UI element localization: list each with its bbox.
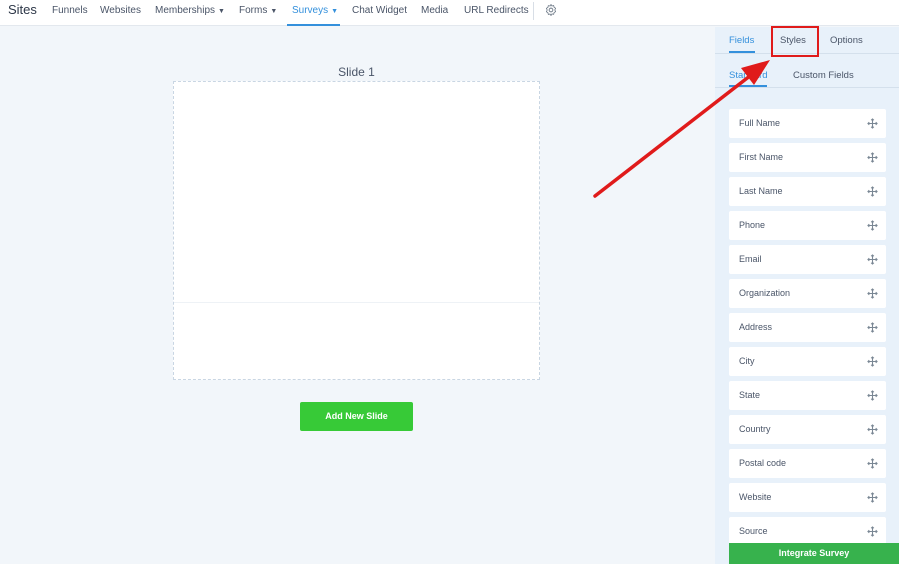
field-item-label: Last Name [739,186,783,196]
nav-item-funnels[interactable]: Funnels [52,5,88,16]
field-item[interactable]: Phone [729,211,886,240]
drag-handle-icon[interactable] [867,458,878,469]
subtab-custom-fields[interactable]: Custom Fields [793,70,854,81]
drag-handle-icon[interactable] [867,152,878,163]
drag-handle-icon[interactable] [867,322,878,333]
brand-title: Sites [8,2,37,17]
drag-handle-icon[interactable] [867,186,878,197]
active-nav-indicator [287,24,340,26]
nav-item-media[interactable]: Media [421,5,448,16]
field-item-label: Postal code [739,458,787,468]
top-navigation: Sites Funnels Websites Memberships ▼ Form… [0,0,899,26]
field-item[interactable]: Address [729,313,886,342]
nav-item-forms-label: Forms [239,5,268,16]
field-item-label: Country [739,424,771,434]
field-item[interactable]: Website [729,483,886,512]
field-item[interactable]: State [729,381,886,410]
nav-item-forms[interactable]: Forms ▼ [239,5,277,16]
field-item[interactable]: Full Name [729,109,886,138]
nav-item-url-redirects[interactable]: URL Redirects [464,5,529,16]
field-item[interactable]: Organization [729,279,886,308]
subtabs-divider [715,87,899,88]
field-item[interactable]: Postal code [729,449,886,478]
field-item-label: Organization [739,288,791,298]
field-item-label: First Name [739,152,784,162]
field-item-label: City [739,356,755,366]
drag-handle-icon[interactable] [867,288,878,299]
slide-footer-divider [174,302,539,303]
nav-item-chat-widget[interactable]: Chat Widget [352,5,407,16]
field-item[interactable]: Last Name [729,177,886,206]
drag-handle-icon[interactable] [867,220,878,231]
add-new-slide-button[interactable]: Add New Slide [300,402,413,431]
field-item[interactable]: City [729,347,886,376]
styles-tab-highlight [771,26,819,57]
subtab-standard[interactable]: Standard [729,70,768,81]
slide-title: Slide 1 [338,65,375,79]
field-item-label: Full Name [739,118,781,128]
chevron-down-icon: ▼ [270,8,278,15]
field-item[interactable]: Email [729,245,886,274]
field-item-label: Website [739,492,772,502]
drag-handle-icon[interactable] [867,390,878,401]
integrate-survey-button[interactable]: Integrate Survey [729,543,899,564]
tab-fields[interactable]: Fields [729,35,754,46]
gear-icon[interactable] [544,3,558,17]
chevron-down-icon: ▼ [218,8,225,15]
field-item-label: Phone [739,220,766,230]
field-item[interactable]: Source [729,517,886,546]
field-item-label: Address [739,322,773,332]
drag-handle-icon[interactable] [867,492,878,503]
slide-drop-area[interactable] [173,81,540,380]
field-item[interactable]: Country [729,415,886,444]
nav-item-memberships-label: Memberships [155,5,216,16]
drag-handle-icon[interactable] [867,254,878,265]
nav-item-websites[interactable]: Websites [100,5,141,16]
drag-handle-icon[interactable] [867,118,878,129]
drag-handle-icon[interactable] [867,526,878,537]
field-item-label: State [739,390,761,400]
nav-item-surveys[interactable]: Surveys ▼ [292,5,338,16]
nav-item-surveys-label: Surveys [292,5,329,16]
fields-panel: Fields Styles Options Standard Custom Fi… [715,27,899,564]
chevron-down-icon: ▼ [331,8,339,15]
drag-handle-icon[interactable] [867,424,878,435]
field-item[interactable]: First Name [729,143,886,172]
field-item-label: Email [739,254,762,264]
tab-options[interactable]: Options [830,35,863,46]
nav-divider [533,2,534,20]
field-item-label: Source [739,526,768,536]
nav-item-memberships[interactable]: Memberships ▼ [155,5,225,16]
drag-handle-icon[interactable] [867,356,878,367]
